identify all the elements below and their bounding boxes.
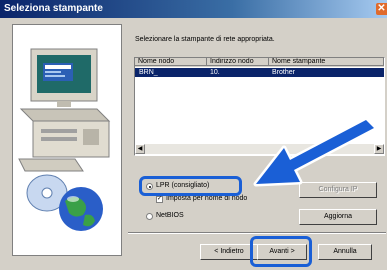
refresh-button[interactable]: Aggiorna [299,209,377,225]
cancel-button[interactable]: Annulla [318,244,372,260]
printer-name-cell: Brother [272,69,295,76]
netbios-label[interactable]: NetBIOS [156,212,184,219]
close-icon[interactable]: ✕ [376,3,387,15]
list-header: Nome nodo Indirizzo nodo Nome stampante [135,58,384,67]
lpr-highlight [139,176,242,196]
column-header-node-name[interactable]: Nome nodo [135,58,207,66]
instruction-text: Selezionare la stampante di rete appropr… [135,36,275,43]
column-header-printer-name[interactable]: Nome stampante [269,58,384,66]
annotation-arrow-icon [253,120,377,187]
window-title: Seleziona stampante [4,3,103,14]
set-by-node-name-label[interactable]: Imposta per nome di nodo [166,195,247,202]
netbios-radio[interactable] [146,213,153,220]
node-name-cell: BRN_ [139,69,158,76]
computer-network-illustration [18,48,111,231]
set-by-node-name-checkbox[interactable]: ✓ [156,196,163,203]
node-address-cell: 10. [210,69,220,76]
scroll-left-icon[interactable]: ◀ [135,144,145,154]
next-highlight [250,236,312,267]
separator [128,232,386,234]
list-item[interactable]: BRN_ 10. Brother [135,68,384,77]
column-header-node-address[interactable]: Indirizzo nodo [207,58,269,66]
title-bar[interactable]: Seleziona stampante ✕ [0,0,387,18]
wizard-illustration [12,24,122,256]
